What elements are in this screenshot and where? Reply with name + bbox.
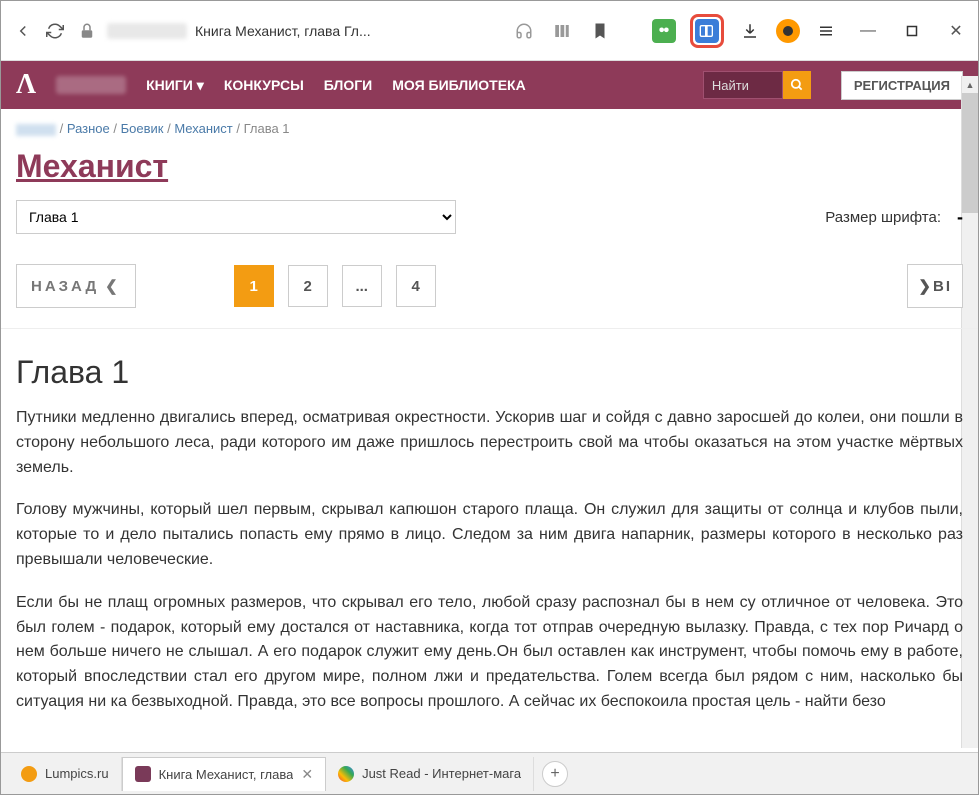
paragraph: Голову мужчины, который шел первым, скры…: [1, 498, 978, 590]
reload-button[interactable]: [43, 19, 67, 43]
search-input[interactable]: [703, 71, 783, 99]
search-box: [703, 71, 811, 99]
pagination-row: НАЗАД ❮ 1 2 ... 4 ❯ВІ: [1, 254, 978, 329]
breadcrumb-link[interactable]: Боевик: [121, 121, 164, 136]
page-button-1[interactable]: 1: [234, 265, 274, 307]
breadcrumb: / Разное / Боевик / Механист / Глава 1: [1, 109, 978, 148]
nav-contests[interactable]: КОНКУРСЫ: [224, 77, 304, 93]
tab-favicon-icon: [21, 766, 37, 782]
caret-down-icon: ▾: [197, 77, 204, 94]
paragraph: Путники медленно двигались вперед, осмат…: [1, 406, 978, 498]
search-button[interactable]: [783, 71, 811, 99]
download-icon[interactable]: [738, 19, 762, 43]
chapter-heading: Глава 1: [1, 329, 978, 406]
tab-title: Lumpics.ru: [45, 766, 109, 781]
next-chapter-button[interactable]: ❯ВІ: [907, 264, 963, 308]
prev-chapter-button[interactable]: НАЗАД ❮: [16, 264, 136, 308]
page-button-4[interactable]: 4: [396, 265, 436, 307]
url-domain-blurred: [107, 23, 187, 39]
browser-tab-bar: Lumpics.ru Книга Механист, глава ✕ Just …: [1, 752, 978, 794]
extension-green-icon[interactable]: [652, 19, 676, 43]
maximize-button[interactable]: [900, 19, 924, 43]
book-title[interactable]: Механист: [1, 148, 978, 200]
page-button-2[interactable]: 2: [288, 265, 328, 307]
nav-library[interactable]: МОЯ БИБЛИОТЕКА: [392, 77, 525, 93]
breadcrumb-current: Глава 1: [244, 121, 290, 136]
page-button-ellipsis: ...: [342, 265, 382, 307]
extension-avatar-icon[interactable]: [776, 19, 800, 43]
tab-title: Just Read - Интернет-мага: [362, 766, 521, 781]
back-button[interactable]: [11, 19, 35, 43]
breadcrumb-link[interactable]: Механист: [174, 121, 232, 136]
browser-tab[interactable]: Just Read - Интернет-мага: [326, 757, 534, 791]
new-tab-button[interactable]: +: [542, 761, 568, 787]
address-bar[interactable]: Книга Механист, глава Гл...: [75, 19, 371, 43]
tab-favicon-icon: [338, 766, 354, 782]
tab-favicon-icon: [135, 766, 151, 782]
page-title: Книга Механист, глава Гл...: [195, 23, 371, 39]
minimize-button[interactable]: —: [856, 19, 880, 43]
bookmark-icon[interactable]: [588, 19, 612, 43]
highlighted-extension: [690, 14, 724, 48]
breadcrumb-root-blurred[interactable]: [16, 124, 56, 136]
font-size-label: Размер шрифта:: [825, 209, 941, 226]
site-header: Λ КНИГИ ▾ КОНКУРСЫ БЛОГИ МОЯ БИБЛИОТЕКА …: [1, 61, 978, 109]
chapter-controls-row: Глава 1 Размер шрифта: -: [1, 200, 978, 254]
site-logo-icon[interactable]: Λ: [16, 69, 36, 101]
close-button[interactable]: ✕: [944, 19, 968, 43]
chapter-select[interactable]: Глава 1: [16, 200, 456, 234]
chevron-right-icon: ❯: [918, 277, 933, 295]
pager: 1 2 ... 4: [234, 265, 436, 307]
tab-close-icon[interactable]: ✕: [301, 766, 313, 783]
browser-chrome: Книга Механист, глава Гл... — ✕: [1, 1, 978, 61]
register-button[interactable]: РЕГИСТРАЦИЯ: [841, 71, 963, 100]
scroll-up-arrow[interactable]: ▲: [962, 76, 978, 93]
nav-books[interactable]: КНИГИ ▾: [146, 77, 204, 94]
nav-blogs[interactable]: БЛОГИ: [324, 77, 372, 93]
reader-extension-icon[interactable]: [695, 19, 719, 43]
columns-icon[interactable]: [550, 19, 574, 43]
chevron-left-icon: ❮: [105, 277, 121, 295]
browser-tab-active[interactable]: Книга Механист, глава ✕: [122, 757, 327, 791]
headphones-icon[interactable]: [512, 19, 536, 43]
browser-tab[interactable]: Lumpics.ru: [9, 757, 122, 791]
tab-title: Книга Механист, глава: [159, 767, 294, 782]
toolbar-icons: [512, 14, 838, 48]
lock-icon: [75, 19, 99, 43]
page-content: / Разное / Боевик / Механист / Глава 1 М…: [1, 109, 978, 749]
site-name-blurred: [56, 76, 126, 94]
window-controls: — ✕: [856, 19, 968, 43]
menu-icon[interactable]: [814, 19, 838, 43]
font-size-minus[interactable]: -: [957, 207, 963, 228]
paragraph: Если бы не плащ огромных размеров, что с…: [1, 591, 978, 733]
breadcrumb-link[interactable]: Разное: [67, 121, 110, 136]
